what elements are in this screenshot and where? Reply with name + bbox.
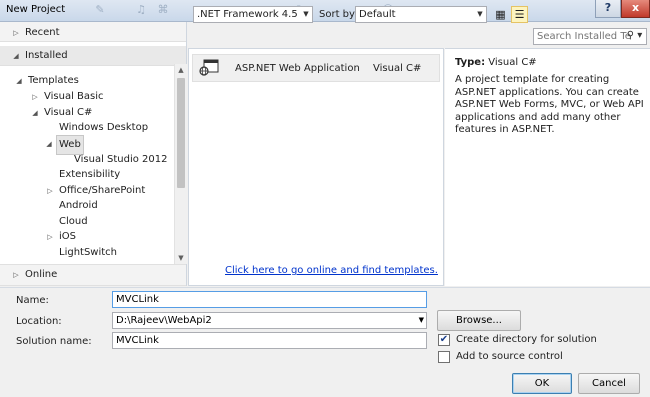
chevron-down-icon[interactable]: ▼ <box>300 7 312 22</box>
name-label: Name: <box>16 295 49 306</box>
collapse-arrow-icon[interactable]: ◢ <box>44 135 54 153</box>
type-key: Type: <box>455 57 486 68</box>
web-project-icon <box>199 59 219 76</box>
create-directory-checkbox[interactable]: ✔ <box>438 334 450 346</box>
find-templates-online-link[interactable]: Click here to go online and find templat… <box>225 265 438 276</box>
project-name-input[interactable] <box>112 291 427 308</box>
scroll-down-icon[interactable]: ▼ <box>175 252 187 264</box>
sort-by-label: Sort by: <box>319 9 358 20</box>
list-view-button[interactable]: ☰ <box>511 6 528 23</box>
solution-name-label: Solution name: <box>16 336 92 347</box>
ok-button[interactable]: OK <box>512 373 572 394</box>
chevron-down-icon[interactable]: ▼ <box>474 7 486 22</box>
bell-icon: ♫ <box>136 3 146 16</box>
grid-icon: ▦ <box>495 8 506 21</box>
framework-value: .NET Framework 4.5 <box>197 9 298 20</box>
list-icon: ☰ <box>514 8 525 21</box>
browse-button[interactable]: Browse... <box>437 310 521 331</box>
template-row[interactable]: ASP.NET Web Application Visual C# <box>192 54 440 82</box>
window-title: New Project <box>6 4 66 15</box>
expand-arrow-icon[interactable]: ▷ <box>11 24 21 42</box>
chevron-down-icon[interactable]: ▼ <box>419 313 424 328</box>
framework-dropdown[interactable]: .NET Framework 4.5 ▼ <box>193 6 313 23</box>
pin-icon: ✎ <box>95 3 105 16</box>
template-tree-panel: ▷ Recent ◢ Installed ◢ Templates ▷ Visua… <box>0 22 187 286</box>
template-details-panel: Type: Visual C# A project template for c… <box>445 48 650 286</box>
location-dropdown[interactable]: D:\Rajeev\WebApi2 ▼ <box>112 312 427 329</box>
tree-label: Installed <box>25 50 68 61</box>
help-button[interactable]: ? <box>595 0 621 18</box>
type-value: Visual C# <box>488 57 537 68</box>
expand-arrow-icon[interactable]: ▷ <box>45 182 55 200</box>
small-icons-view-button[interactable]: ▦ <box>492 6 509 23</box>
search-icon[interactable]: ⚲ ▾ <box>622 28 647 45</box>
template-name: ASP.NET Web Application <box>235 63 360 74</box>
expand-arrow-icon[interactable]: ▷ <box>11 266 21 284</box>
add-source-control-label: Add to source control <box>456 351 563 362</box>
solution-name-input[interactable] <box>112 332 427 349</box>
location-label: Location: <box>16 316 62 327</box>
template-type: Type: Visual C# <box>455 57 537 68</box>
tree-scrollbar[interactable]: ▲ ▼ <box>174 64 187 264</box>
template-language: Visual C# <box>373 63 422 74</box>
scroll-thumb[interactable] <box>177 78 185 188</box>
collapse-arrow-icon[interactable]: ◢ <box>14 72 24 90</box>
collapse-arrow-icon[interactable]: ◢ <box>30 104 40 122</box>
create-directory-label: Create directory for solution <box>456 334 597 345</box>
attach-icon: ⌘ <box>157 3 169 16</box>
template-description: A project template for creating ASP.NET … <box>455 74 644 135</box>
project-form: Name: Location: D:\Rajeev\WebApi2 ▼ Brow… <box>0 287 650 397</box>
cancel-button[interactable]: Cancel <box>578 373 640 394</box>
tree-label: Online <box>25 269 58 280</box>
scroll-up-icon[interactable]: ▲ <box>175 64 187 76</box>
add-source-control-checkbox[interactable] <box>438 351 450 363</box>
sort-dropdown[interactable]: Default ▼ <box>355 6 487 23</box>
collapse-arrow-icon[interactable]: ◢ <box>11 47 21 65</box>
expand-arrow-icon[interactable]: ▷ <box>45 228 55 246</box>
sort-value: Default <box>359 9 396 20</box>
location-value: D:\Rajeev\WebApi2 <box>116 315 212 326</box>
template-list: ASP.NET Web Application Visual C# Click … <box>188 48 444 286</box>
tree-label: Recent <box>25 27 60 38</box>
tree-label: LightSwitch <box>59 247 118 258</box>
close-button[interactable]: x <box>621 0 650 18</box>
